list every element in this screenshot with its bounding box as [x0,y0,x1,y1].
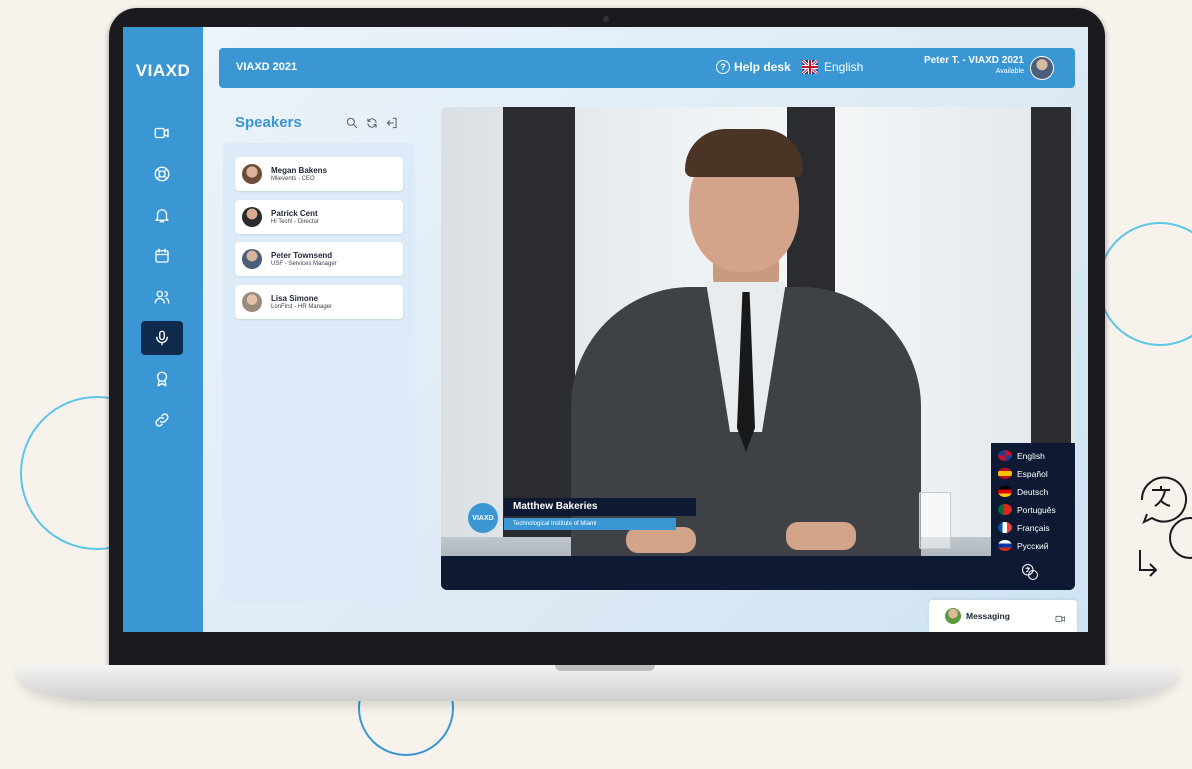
laptop-notch [555,665,655,671]
sidebar-item-speakers[interactable] [141,321,183,355]
refresh-icon[interactable] [365,116,379,130]
award-icon [156,371,168,387]
speaker-role: LonFirst - HR Manager [271,304,333,310]
uk-flag-icon [802,60,818,74]
language-option-russian[interactable]: Русский [998,540,1049,551]
sidebar-item-notifications[interactable] [141,198,183,232]
video-icon [154,127,169,139]
user-name: Peter T. - VIAXD 2021 [923,55,1024,66]
event-title: VIAXD 2021 [236,61,298,73]
presenter-name: Matthew Bakeries [504,498,696,516]
speaker-name: Patrick Cent [271,209,318,218]
language-label: English [1017,450,1045,461]
presenter-hair [685,129,803,177]
speaker-name: Megan Bakens [271,166,328,175]
speakers-title: Speakers [235,114,302,131]
sidebar-item-attendees[interactable] [141,280,183,314]
speaker-name: Peter Townsend [271,251,333,260]
spain-flag-icon [998,468,1012,479]
language-label: Deutsch [1017,486,1049,497]
presenter-organization: Technological Institute of Miami [504,518,676,530]
translate-icon [1021,563,1039,581]
translate-button[interactable] [1021,563,1039,581]
messaging-bar[interactable]: Messaging [929,600,1077,632]
sidebar: VIAXD [123,27,203,632]
language-label: Español [1017,468,1048,479]
users-icon [154,290,170,304]
language-label: Português [1017,504,1056,515]
brand-logo: VIAXD [135,61,191,80]
laptop-camera [603,16,609,22]
top-header: VIAXD 2021 ? Help desk English Peter T. … [219,48,1075,88]
speaker-card[interactable]: Peter Townsend USF - Services Manager [235,242,403,276]
decorative-circle-right [1098,222,1192,346]
language-label: Русский [1017,540,1049,551]
calendar-icon [155,248,169,263]
help-desk-label: Help desk [734,60,791,74]
app-screen: VIAXD VIAXD 2021 ? Help desk English Pet… [123,27,1088,632]
camera-icon [1055,615,1065,623]
video-player[interactable]: VIAXD Matthew Bakeries Technological Ins… [441,107,1075,590]
translate-icon [1139,476,1192,577]
language-label: Français [1017,522,1050,533]
translation-language-panel: English Español Deutsch Português França… [991,443,1075,590]
bell-icon [155,209,169,223]
language-option-french[interactable]: Français [998,522,1050,533]
speaker-avatar [242,164,262,184]
language-label: English [824,60,864,74]
language-selector[interactable]: English [802,60,863,74]
presenter-hand [626,527,696,553]
user-menu[interactable]: Peter T. - VIAXD 2021 Available [909,55,1024,75]
sidebar-item-video[interactable] [141,116,183,150]
lifebuoy-icon [154,166,170,182]
user-avatar[interactable] [1030,56,1054,80]
speakers-toolbar [345,116,399,130]
language-option-english[interactable]: English [998,450,1045,461]
messaging-label: Messaging [966,611,1010,621]
speaker-avatar [242,249,262,269]
speaker-avatar [242,207,262,227]
help-icon: ? [716,60,730,74]
user-status: Available [995,68,1024,75]
exit-icon[interactable] [385,116,399,130]
help-desk-button[interactable]: ? Help desk [716,60,791,74]
speaker-card[interactable]: Megan Bakens Mlievents - CEO [235,157,403,191]
search-icon[interactable] [345,116,359,130]
video-controls-bar [441,556,1075,590]
language-option-german[interactable]: Deutsch [998,486,1048,497]
sidebar-item-help[interactable] [141,157,183,191]
sidebar-item-links[interactable] [141,403,183,437]
portugal-flag-icon [998,504,1012,515]
sidebar-item-calendar[interactable] [141,239,183,273]
link-icon [155,413,169,427]
germany-flag-icon [998,486,1012,497]
uk-flag-icon [998,450,1012,461]
language-option-spanish[interactable]: Español [998,468,1048,479]
russia-flag-icon [998,540,1012,551]
speaker-avatar [242,292,262,312]
sidebar-item-sponsors[interactable] [141,362,183,396]
translate-icon-large [1138,470,1192,582]
speaker-name: Lisa Simone [271,294,319,303]
messaging-avatar [945,608,961,624]
speaker-card[interactable]: Lisa Simone LonFirst - HR Manager [235,285,403,319]
water-glass [919,492,951,549]
speaker-card[interactable]: Patrick Cent Hi Tech! - Director [235,200,403,234]
viaxd-logo-badge: VIAXD [468,503,498,533]
france-flag-icon [998,522,1012,533]
video-call-button[interactable] [1055,611,1066,629]
speaker-role: Mlievents - CEO [271,176,315,182]
microphone-icon [156,330,168,346]
language-option-portuguese[interactable]: Português [998,504,1056,515]
presenter-hand [786,522,856,550]
speaker-role: USF - Services Manager [271,261,337,267]
speaker-role: Hi Tech! - Director [271,219,319,225]
